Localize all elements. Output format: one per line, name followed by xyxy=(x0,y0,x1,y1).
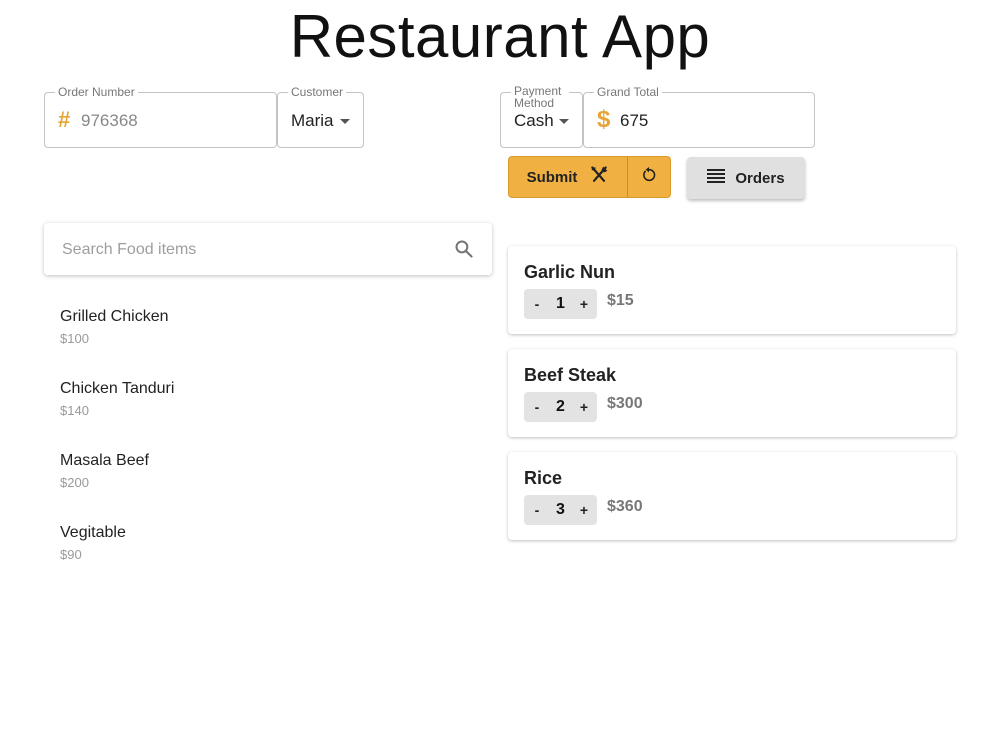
food-item-price: $140 xyxy=(60,403,89,418)
payment-method-select[interactable]: Payment Method Cash xyxy=(500,85,583,148)
order-number-field[interactable]: Order Number # 976368 xyxy=(44,85,277,148)
food-item-name: Vegitable xyxy=(60,524,126,541)
chevron-down-icon xyxy=(340,119,350,124)
orders-label: Orders xyxy=(735,169,785,187)
search-icon[interactable] xyxy=(454,239,474,264)
food-item[interactable]: Chicken Tanduri $140 xyxy=(44,364,492,436)
food-item-name: Chicken Tanduri xyxy=(60,380,175,397)
grand-total-value: 675 xyxy=(620,111,649,130)
quantity-stepper: - 3 + xyxy=(524,495,597,525)
decrement-button[interactable]: - xyxy=(530,296,544,312)
quantity-stepper: - 2 + xyxy=(524,392,597,422)
payment-method-label-line2: Method xyxy=(514,96,555,110)
increment-button[interactable]: + xyxy=(577,399,591,415)
order-item-price: $300 xyxy=(607,395,643,412)
payment-method-value: Cash xyxy=(514,111,554,130)
list-icon xyxy=(707,169,726,187)
food-item-name: Grilled Chicken xyxy=(60,308,169,325)
order-number-value: 976368 xyxy=(81,111,138,130)
quantity-stepper: - 1 + xyxy=(524,289,597,319)
refresh-icon xyxy=(641,166,657,188)
order-item-name: Rice xyxy=(524,468,563,488)
grand-total-field[interactable]: Grand Total $ 675 xyxy=(583,85,815,148)
app-title: Restaurant App xyxy=(289,3,711,70)
submit-button-group: Submit xyxy=(508,156,671,198)
payment-method-label: Payment Method xyxy=(511,85,569,109)
order-number-label: Order Number xyxy=(55,85,138,99)
submit-label: Submit xyxy=(526,168,578,186)
food-item[interactable]: Grilled Chicken $100 xyxy=(44,292,492,364)
decrement-button[interactable]: - xyxy=(530,502,544,518)
food-item[interactable]: Masala Beef $200 xyxy=(44,436,492,508)
food-list: Grilled Chicken $100 Chicken Tanduri $14… xyxy=(44,292,492,580)
food-item-name: Masala Beef xyxy=(60,452,149,469)
quantity-value: 1 xyxy=(556,295,565,312)
food-item[interactable]: Vegitable $90 xyxy=(44,508,492,580)
food-item-price: $90 xyxy=(60,547,82,562)
chevron-down-icon xyxy=(559,119,569,124)
quantity-value: 3 xyxy=(556,501,565,518)
food-item-price: $100 xyxy=(60,331,89,346)
decrement-button[interactable]: - xyxy=(530,399,544,415)
order-item-name: Beef Steak xyxy=(524,365,617,385)
reset-button[interactable] xyxy=(628,157,670,197)
customer-label: Customer xyxy=(288,85,347,99)
order-item-card: Rice - 3 + $360 xyxy=(508,452,956,540)
customer-value: Maria xyxy=(291,111,334,130)
hash-icon: # xyxy=(58,107,71,132)
submit-button[interactable]: Submit xyxy=(509,157,628,197)
orders-button[interactable]: Orders xyxy=(687,157,805,199)
order-item-price: $15 xyxy=(607,292,634,309)
grand-total-label: Grand Total xyxy=(594,85,662,99)
order-item-name: Garlic Nun xyxy=(524,262,616,282)
fork-knife-icon xyxy=(589,165,609,189)
order-item-price: $360 xyxy=(607,498,643,515)
customer-select[interactable]: Customer Maria xyxy=(277,85,364,148)
search-input[interactable] xyxy=(60,237,444,263)
food-item-price: $200 xyxy=(60,475,89,490)
order-item-card: Beef Steak - 2 + $300 xyxy=(508,349,956,437)
dollar-icon: $ xyxy=(597,106,611,133)
search-bar xyxy=(44,223,492,275)
order-item-card: Garlic Nun - 1 + $15 xyxy=(508,246,956,334)
increment-button[interactable]: + xyxy=(577,502,591,518)
increment-button[interactable]: + xyxy=(577,296,591,312)
quantity-value: 2 xyxy=(556,398,565,415)
